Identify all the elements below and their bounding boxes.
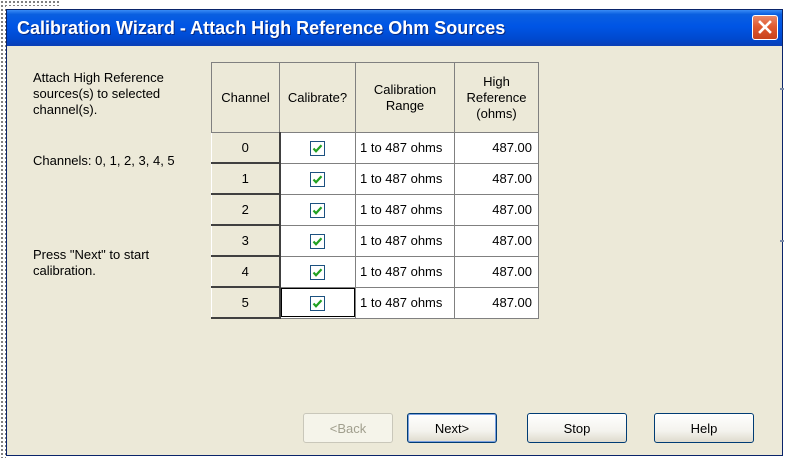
table-row: 2 1 to 487 ohms 487.00 — [211, 193, 539, 226]
column-header-calibration-range-label: Calibration Range — [373, 81, 437, 113]
calibration-range-cell[interactable]: 1 to 487 ohms — [355, 162, 455, 195]
close-button[interactable] — [752, 15, 778, 40]
calibration-range-cell[interactable]: 1 to 487 ohms — [355, 224, 455, 257]
calibration-range-cell[interactable]: 1 to 487 ohms — [355, 132, 455, 164]
press-next-instruction-text: Press "Next" to start calibration. — [33, 247, 150, 278]
calibration-wizard-dialog: Calibration Wizard - Attach High Referen… — [6, 9, 783, 456]
window-title: Calibration Wizard - Attach High Referen… — [17, 18, 506, 38]
calibrate-checkbox[interactable] — [310, 140, 326, 156]
high-reference-cell[interactable]: 487.00 — [454, 162, 539, 195]
stop-button[interactable]: Stop — [527, 413, 627, 443]
calibrate-cell[interactable] — [279, 255, 356, 288]
background-edge-mark — [780, 88, 784, 90]
column-header-high-reference-label: High Reference (ohms) — [466, 73, 527, 121]
high-reference-cell[interactable]: 487.00 — [454, 132, 539, 164]
high-reference-cell[interactable]: 487.00 — [454, 255, 539, 288]
calibrate-checkbox[interactable] — [310, 202, 326, 218]
table-row: 4 1 to 487 ohms 487.00 — [211, 255, 539, 288]
column-header-channel: Channel — [211, 62, 280, 133]
background-desktop-pattern-top — [0, 0, 60, 6]
table-row: 5 1 to 487 ohms 487.00 — [211, 286, 539, 319]
high-reference-cell[interactable]: 487.00 — [454, 193, 539, 226]
background-edge-mark — [780, 240, 784, 242]
checkmark-icon — [312, 298, 323, 308]
high-reference-cell[interactable]: 487.00 — [454, 224, 539, 257]
close-icon — [758, 20, 772, 34]
title-bar[interactable]: Calibration Wizard - Attach High Referen… — [7, 10, 782, 46]
help-button[interactable]: Help — [654, 413, 754, 443]
calibration-range-cell[interactable]: 1 to 487 ohms — [355, 193, 455, 226]
checkmark-icon — [312, 267, 323, 277]
channel-cell[interactable]: 1 — [211, 162, 281, 195]
channel-cell[interactable]: 4 — [211, 255, 281, 288]
calibration-range-cell[interactable]: 1 to 487 ohms — [355, 286, 455, 319]
table-row: 3 1 to 487 ohms 487.00 — [211, 224, 539, 257]
calibrate-checkbox[interactable] — [310, 171, 326, 187]
column-header-calibrate: Calibrate? — [279, 62, 356, 133]
calibrate-cell[interactable] — [279, 132, 356, 164]
calibration-range-cell[interactable]: 1 to 487 ohms — [355, 255, 455, 288]
checkmark-icon — [312, 144, 323, 153]
calibration-channel-table: Channel Calibrate? Calibration Range Hig… — [211, 62, 539, 319]
calibrate-cell[interactable] — [279, 286, 356, 319]
calibrate-checkbox[interactable] — [310, 264, 326, 280]
high-reference-cell[interactable]: 487.00 — [454, 286, 539, 319]
checkmark-icon — [312, 205, 323, 215]
table-row: 1 1 to 487 ohms 487.00 — [211, 162, 539, 195]
checkmark-icon — [312, 236, 323, 246]
calibrate-checkbox[interactable] — [310, 295, 326, 311]
table-header-row: Channel Calibrate? Calibration Range Hig… — [211, 62, 539, 133]
calibrate-cell[interactable] — [279, 193, 356, 226]
channel-cell[interactable]: 0 — [211, 132, 281, 164]
next-button[interactable]: Next> — [407, 413, 497, 443]
channel-cell[interactable]: 5 — [211, 286, 281, 319]
table-row: 0 1 to 487 ohms 487.00 — [211, 132, 539, 164]
column-header-calibration-range: Calibration Range — [355, 62, 455, 133]
attach-instruction-text: Attach High Reference sources(s) to sele… — [33, 70, 164, 117]
checkmark-icon — [312, 174, 323, 184]
channels-list-text: Channels: 0, 1, 2, 3, 4, 5 — [33, 153, 175, 168]
back-button[interactable]: <Back — [303, 413, 393, 443]
calibrate-cell[interactable] — [279, 224, 356, 257]
calibrate-checkbox[interactable] — [310, 233, 326, 249]
calibrate-cell[interactable] — [279, 162, 356, 195]
channel-cell[interactable]: 2 — [211, 193, 281, 226]
column-header-high-reference: High Reference (ohms) — [454, 62, 539, 133]
channel-cell[interactable]: 3 — [211, 224, 281, 257]
